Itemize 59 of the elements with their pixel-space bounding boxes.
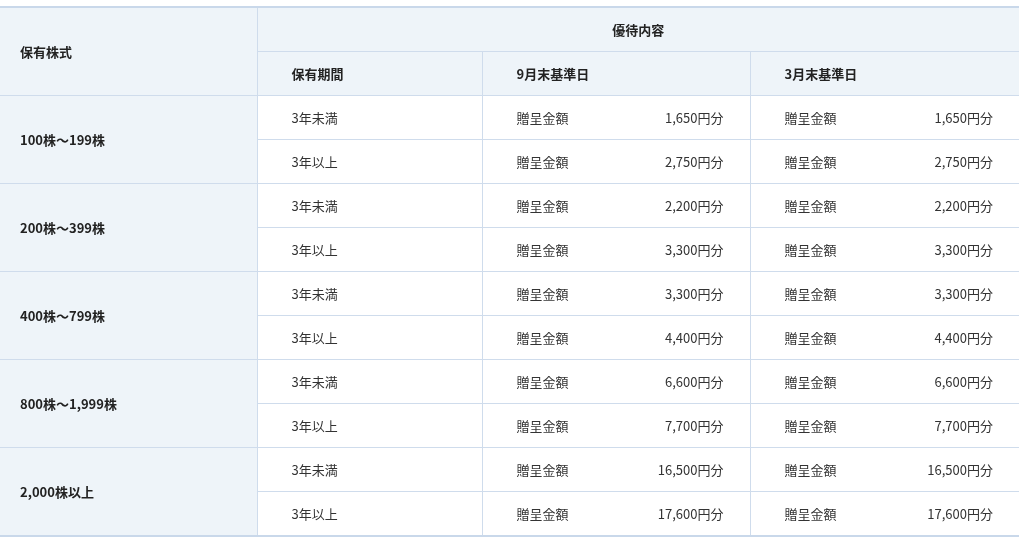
amount-value: 17,600円分 xyxy=(657,504,724,523)
amount-label: 贈呈金額 xyxy=(784,240,837,259)
header-cell: 保有期間 xyxy=(257,51,482,96)
header-cell: 3月末基準日 xyxy=(750,51,1019,96)
amount-value: 4,400円分 xyxy=(665,328,724,347)
amount-label: 贈呈金額 xyxy=(516,196,569,215)
amount-value: 7,700円分 xyxy=(665,416,724,435)
amount-value: 3,300円分 xyxy=(934,284,993,303)
amount-value: 1,650円分 xyxy=(934,108,993,127)
amount-value: 2,750円分 xyxy=(665,152,724,171)
amount-value: 2,200円分 xyxy=(934,196,993,215)
amount-value: 1,650円分 xyxy=(665,108,724,127)
amount-label: 贈呈金額 xyxy=(784,460,837,479)
amount-value: 17,600円分 xyxy=(927,504,993,523)
amount-label: 贈呈金額 xyxy=(784,372,837,391)
amount-value: 3,300円分 xyxy=(665,284,724,303)
amount-value: 2,200円分 xyxy=(665,196,724,215)
amount-value: 6,600円分 xyxy=(665,372,724,391)
amount-label: 贈呈金額 xyxy=(784,108,837,127)
table-cell: 3年未満 xyxy=(257,183,482,228)
amount-value: 4,400円分 xyxy=(934,328,993,347)
amount-label: 贈呈金額 xyxy=(516,152,569,171)
amount-label: 贈呈金額 xyxy=(784,284,837,303)
table-cell: 3年未満 xyxy=(257,271,482,316)
row-header-cell: 200株～399株 xyxy=(0,183,257,272)
table-cell: 3年未満 xyxy=(257,359,482,404)
amount-label: 贈呈金額 xyxy=(784,416,837,435)
header-cell: 保有株式 xyxy=(0,7,257,96)
amount-value: 7,700円分 xyxy=(934,416,993,435)
table-cell: 3年以上 xyxy=(257,403,482,448)
header-cell: 優待内容 xyxy=(257,7,1019,52)
amount-label: 贈呈金額 xyxy=(784,152,837,171)
amount-label: 贈呈金額 xyxy=(784,328,837,347)
amount-label: 贈呈金額 xyxy=(516,108,569,127)
amount-value: 6,600円分 xyxy=(934,372,993,391)
amount-label: 贈呈金額 xyxy=(784,504,837,523)
amount-value: 16,500円分 xyxy=(927,460,993,479)
amount-value: 3,300円分 xyxy=(665,240,724,259)
amount-label: 贈呈金額 xyxy=(516,372,569,391)
header-cell: 9月末基準日 xyxy=(482,51,750,96)
table-cell: 3年未満 xyxy=(257,95,482,140)
row-header-cell: 400株～799株 xyxy=(0,271,257,360)
amount-label: 贈呈金額 xyxy=(516,328,569,347)
amount-value: 16,500円分 xyxy=(657,460,724,479)
amount-label: 贈呈金額 xyxy=(516,504,569,523)
table-cell: 3年以上 xyxy=(257,227,482,272)
amount-label: 贈呈金額 xyxy=(516,460,569,479)
amount-value: 3,300円分 xyxy=(934,240,993,259)
amount-label: 贈呈金額 xyxy=(784,196,837,215)
amount-label: 贈呈金額 xyxy=(516,416,569,435)
table-cell: 3年以上 xyxy=(257,139,482,184)
amount-value: 2,750円分 xyxy=(934,152,993,171)
table-cell: 3年以上 xyxy=(257,315,482,360)
row-header-cell: 800株～1,999株 xyxy=(0,359,257,448)
row-header-cell: 2,000株以上 xyxy=(0,447,257,536)
amount-label: 贈呈金額 xyxy=(516,284,569,303)
table-cell: 3年未満 xyxy=(257,447,482,492)
row-header-cell: 100株～199株 xyxy=(0,95,257,184)
amount-label: 贈呈金額 xyxy=(516,240,569,259)
